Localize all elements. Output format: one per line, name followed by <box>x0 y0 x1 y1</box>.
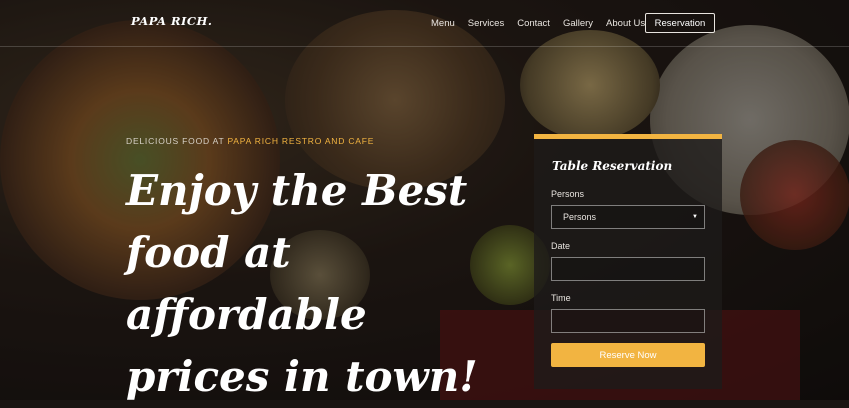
main-nav: Menu Services Contact Gallery About Us <box>431 18 658 29</box>
nav-item-menu[interactable]: Menu <box>431 18 455 29</box>
persons-label: Persons <box>551 189 585 199</box>
panel-title: Table Reservation <box>552 159 673 173</box>
persons-select-value: Persons <box>563 212 597 222</box>
headline-line: prices in town! <box>126 352 478 401</box>
hero-tagline: DELICIOUS FOOD AT PAPA RICH RESTRO AND C… <box>126 136 374 146</box>
date-label: Date <box>551 241 571 251</box>
reservation-panel: Table Reservation Persons Persons ▼ Date… <box>534 134 722 389</box>
nav-item-contact[interactable]: Contact <box>517 18 550 29</box>
date-field[interactable] <box>551 257 705 281</box>
tagline-highlight: PAPA RICH RESTRO AND CAFE <box>227 136 375 146</box>
reservation-button[interactable]: Reservation <box>645 13 715 33</box>
reserve-now-button[interactable]: Reserve Now <box>551 343 705 367</box>
headline-line: Enjoy the Best <box>126 166 468 215</box>
chevron-down-icon: ▼ <box>692 214 698 220</box>
nav-item-gallery[interactable]: Gallery <box>563 18 593 29</box>
brand-logo[interactable]: PAPA RICH. <box>131 14 212 28</box>
nav-divider <box>0 46 849 47</box>
persons-select[interactable]: Persons ▼ <box>551 205 705 229</box>
headline-line: food at affordable <box>126 228 367 339</box>
time-label: Time <box>551 293 571 303</box>
nav-item-about-us[interactable]: About Us <box>606 18 645 29</box>
time-field[interactable] <box>551 309 705 333</box>
nav-item-services[interactable]: Services <box>468 18 504 29</box>
tagline-prefix: DELICIOUS FOOD AT <box>126 136 228 146</box>
hero-headline: Enjoy the Best food at affordable prices… <box>126 160 486 408</box>
